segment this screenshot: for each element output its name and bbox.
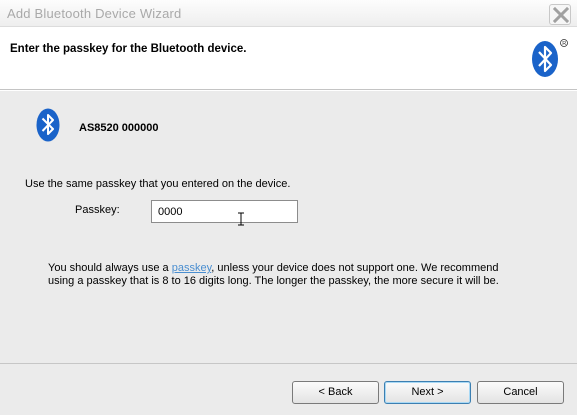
bluetooth-icon xyxy=(36,108,60,142)
device-name: AS8520 000000 xyxy=(79,122,159,134)
bluetooth-logo-icon: R xyxy=(532,39,568,77)
wizard-content: AS8520 000000 Use the same passkey that … xyxy=(0,91,577,363)
passkey-note: You should always use a passkey, unless … xyxy=(48,262,518,288)
title-bar: Add Bluetooth Device Wizard xyxy=(0,0,577,27)
next-button[interactable]: Next > xyxy=(384,381,471,404)
close-button[interactable] xyxy=(549,4,571,25)
window-title: Add Bluetooth Device Wizard xyxy=(7,6,182,21)
wizard-header: Enter the passkey for the Bluetooth devi… xyxy=(0,28,577,90)
passkey-link[interactable]: passkey xyxy=(172,262,212,274)
cancel-button[interactable]: Cancel xyxy=(477,381,564,404)
svg-text:R: R xyxy=(562,41,566,47)
passkey-input[interactable] xyxy=(151,200,298,223)
note-text-before: You should always use a xyxy=(48,262,172,274)
button-bar: < Back Next > Cancel xyxy=(0,363,577,415)
instruction-text: Use the same passkey that you entered on… xyxy=(25,178,291,190)
close-icon xyxy=(553,7,569,23)
page-title: Enter the passkey for the Bluetooth devi… xyxy=(10,43,247,55)
back-button[interactable]: < Back xyxy=(292,381,379,404)
passkey-label: Passkey: xyxy=(75,204,120,216)
text-cursor-icon xyxy=(238,212,244,226)
